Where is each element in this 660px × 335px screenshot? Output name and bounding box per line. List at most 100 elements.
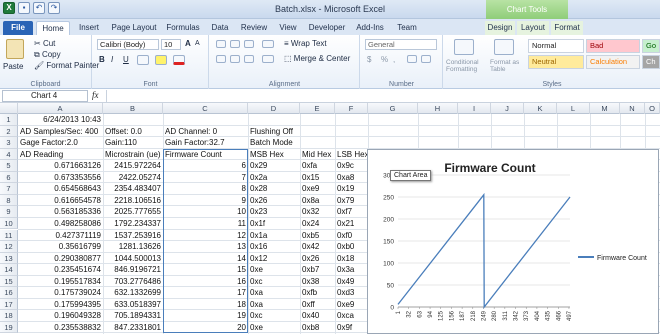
cell-b12[interactable]: 1281.13626 <box>103 241 163 253</box>
comma-button[interactable]: , <box>393 55 395 64</box>
row-header-14[interactable]: 14 <box>0 264 18 276</box>
style-neutral[interactable]: Neutral <box>528 55 584 69</box>
column-header-a[interactable]: A <box>18 103 103 114</box>
cell-f19[interactable]: 0x9f <box>335 322 368 334</box>
cell-c16[interactable]: 17 <box>163 287 248 299</box>
column-header-n[interactable]: N <box>620 103 645 114</box>
cell-d11[interactable]: 0x1a <box>248 230 300 242</box>
column-header-l[interactable]: L <box>557 103 590 114</box>
cell-d4[interactable]: MSB Hex <box>248 149 300 161</box>
row-header-1[interactable]: 1 <box>0 114 18 126</box>
paste-icon[interactable] <box>6 39 24 59</box>
tab-view[interactable]: View <box>274 21 302 35</box>
cell-a10[interactable]: 0.498258086 <box>18 218 103 230</box>
cell-e2[interactable] <box>300 126 335 138</box>
cell-d19[interactable]: 0xe <box>248 322 300 334</box>
cell-d2[interactable]: Flushing Off <box>248 126 300 138</box>
column-header-m[interactable]: M <box>590 103 620 114</box>
cell-f18[interactable]: 0xca <box>335 310 368 322</box>
cell-b8[interactable]: 2218.106516 <box>103 195 163 207</box>
cell-b6[interactable]: 2422.05274 <box>103 172 163 184</box>
name-box[interactable]: Chart 4 <box>2 90 88 102</box>
cell-a18[interactable]: 0.196049328 <box>18 310 103 322</box>
row-header-3[interactable]: 3 <box>0 137 18 149</box>
style-normal[interactable]: Normal <box>528 39 584 53</box>
wrap-text-button[interactable]: ≡ Wrap Text <box>284 39 327 48</box>
format-painter-button[interactable]: 🖌 Format Painter <box>34 61 99 70</box>
merge-center-button[interactable]: ⬚ Merge & Center <box>284 54 350 63</box>
cell-f16[interactable]: 0xd3 <box>335 287 368 299</box>
cell-e6[interactable]: 0x15 <box>300 172 335 184</box>
row-header-8[interactable]: 8 <box>0 194 18 207</box>
cell-b16[interactable]: 632.1332699 <box>103 287 163 299</box>
tab-design[interactable]: Design <box>485 21 515 35</box>
cell-f12[interactable]: 0xb0 <box>335 241 368 253</box>
cell-f9[interactable]: 0xf7 <box>335 206 368 218</box>
cell-a6[interactable]: 0.673353556 <box>18 172 103 184</box>
cell-c9[interactable]: 10 <box>163 206 248 218</box>
number-format-select[interactable]: General <box>365 39 437 50</box>
cell-f17[interactable]: 0xe9 <box>335 299 368 311</box>
tab-layout[interactable]: Layout <box>517 21 549 35</box>
row-header-4[interactable]: 4 <box>0 148 18 161</box>
cell-c1[interactable] <box>163 114 248 126</box>
cell-d1[interactable] <box>248 114 300 126</box>
cell-e16[interactable]: 0xfb <box>300 287 335 299</box>
plot-area[interactable]: 0501001502002503001 32 63 94 125 156 187 218 249… <box>383 173 573 322</box>
cell-f15[interactable]: 0x49 <box>335 276 368 288</box>
cell-f4[interactable]: LSB Hex <box>335 149 369 161</box>
cell-a9[interactable]: 0.563185336 <box>18 206 103 218</box>
cell-a2[interactable]: AD Samples/Sec: 400 <box>18 126 103 138</box>
borders-icon[interactable] <box>137 55 149 65</box>
cell-f10[interactable]: 0x21 <box>335 218 368 230</box>
cell-e5[interactable]: 0xfa <box>300 160 335 172</box>
row-header-10[interactable]: 10 <box>0 217 18 230</box>
cell-a7[interactable]: 0.654568643 <box>18 183 103 195</box>
row-header-11[interactable]: 11 <box>0 229 18 242</box>
cell-b2[interactable]: Offset: 0.0 <box>103 126 163 138</box>
percent-button[interactable]: % <box>381 55 388 64</box>
column-header-f[interactable]: F <box>335 103 368 114</box>
style-calculation[interactable]: Calculation <box>586 55 640 69</box>
cell-a1[interactable]: 6/24/2013 10:43 <box>18 114 103 126</box>
cell-e4[interactable]: Mid Hex <box>300 149 335 161</box>
cell-a13[interactable]: 0.290380877 <box>18 253 103 265</box>
cell-e11[interactable]: 0xb5 <box>300 230 335 242</box>
row-header-12[interactable]: 12 <box>0 241 18 253</box>
cell-f5[interactable]: 0x9c <box>335 160 368 172</box>
cell-d10[interactable]: 0x1f <box>248 218 300 230</box>
cell-c5[interactable]: 6 <box>163 160 248 172</box>
row-header-15[interactable]: 15 <box>0 275 18 288</box>
cell-b5[interactable]: 2415.972264 <box>103 160 163 172</box>
tab-format[interactable]: Format <box>551 21 583 35</box>
cell-f1[interactable] <box>335 114 368 126</box>
style-bad[interactable]: Bad <box>586 39 640 53</box>
copy-button[interactable]: ⧉ Copy <box>34 50 61 60</box>
row-header-9[interactable]: 9 <box>0 206 18 218</box>
column-header-g[interactable]: G <box>368 103 418 114</box>
cell-a11[interactable]: 0.427371119 <box>18 230 103 242</box>
cell-c12[interactable]: 13 <box>163 241 248 253</box>
cell-d18[interactable]: 0xc <box>248 310 300 322</box>
cell-e1[interactable] <box>300 114 335 126</box>
cell-a17[interactable]: 0.175994395 <box>18 299 103 311</box>
cell-f6[interactable]: 0xa8 <box>335 172 368 184</box>
tab-add-ins[interactable]: Add-Ins <box>352 21 388 35</box>
column-header-c[interactable]: C <box>163 103 248 114</box>
cell-d9[interactable]: 0x23 <box>248 206 300 218</box>
cell-d6[interactable]: 0x2a <box>248 172 300 184</box>
row-header-17[interactable]: 17 <box>0 298 18 311</box>
cell-b13[interactable]: 1044.500013 <box>103 253 163 265</box>
column-header-o[interactable]: O <box>645 103 660 114</box>
cell-c3[interactable]: Gain Factor:32.7 <box>163 137 248 149</box>
cell-a8[interactable]: 0.616654578 <box>18 195 103 207</box>
cell-b4[interactable]: Microstrain (ue) <box>103 149 163 161</box>
align-center-icon[interactable] <box>230 55 240 63</box>
cell-d3[interactable]: Batch Mode <box>248 137 300 149</box>
orientation-icon[interactable] <box>262 40 274 48</box>
cell-c2[interactable]: AD Channel: 0 <box>163 126 248 138</box>
cell-d16[interactable]: 0xa <box>248 287 300 299</box>
style-check[interactable]: Ch <box>642 55 660 69</box>
format-as-table-icon[interactable] <box>494 39 514 55</box>
cell-d14[interactable]: 0xe <box>248 264 300 276</box>
